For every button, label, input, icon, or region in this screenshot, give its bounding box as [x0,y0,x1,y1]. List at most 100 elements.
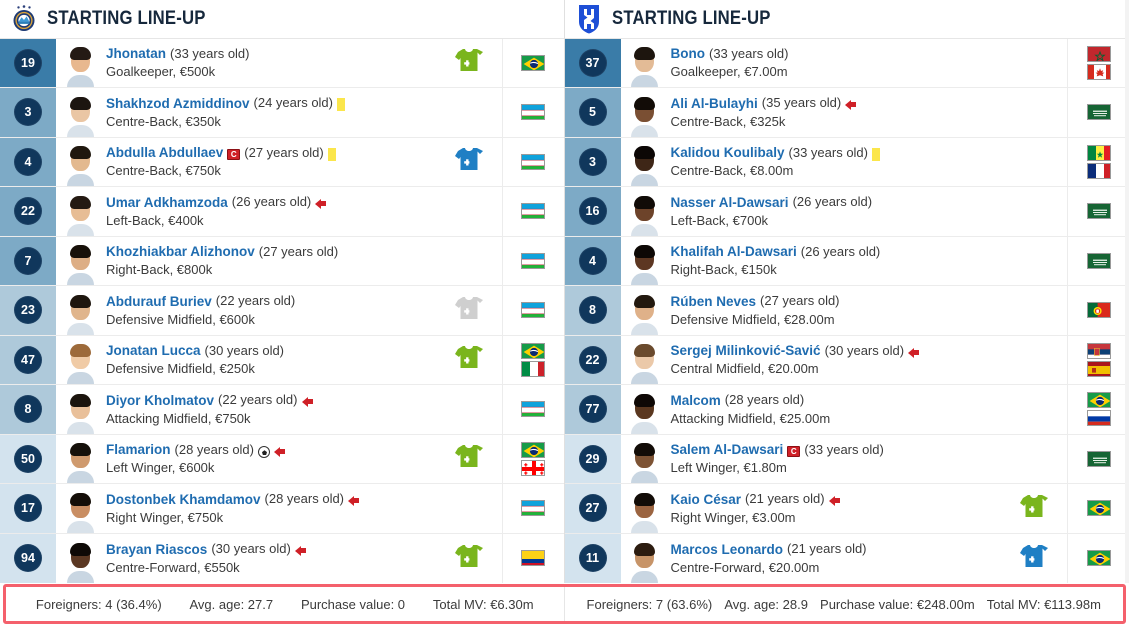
player-row[interactable]: 50 Flamarion (28 years old) Left Winger, €6… [0,434,564,484]
player-age: (27 years old) [760,293,840,309]
away-lineup-column: STARTING LINE-UP 37 Bono (33 years old) Goa… [564,0,1129,584]
player-row[interactable]: 17 Dostonbek Khamdamov (28 years old) Right… [0,484,564,534]
player-photo [56,286,98,335]
player-name-link[interactable]: Nasser Al-Dawsari [671,195,789,211]
player-name-line: Abdulla Abdullaev (27 years old) [106,145,436,161]
player-name-link[interactable]: Khalifah Al-Dawsari [671,244,797,260]
player-position-value: Left Winger, €600k [106,460,215,475]
player-row[interactable]: 16 Nasser Al-Dawsari (26 years old) Left-Ba… [564,187,1129,237]
player-age: (30 years old) [204,342,285,358]
player-name-line: Nasser Al-Dawsari (26 years old) [671,194,1002,211]
player-name-link[interactable]: Sergej Milinković-Savić [671,343,821,359]
player-nationality-cell [1067,38,1129,87]
player-name-link[interactable]: Diyor Kholmatov [106,393,214,409]
player-row[interactable]: 11 Marcos Leonardo (21 years old) Centre-Fo… [564,533,1129,584]
away-summary-stats: Foreigners: 7 (63.6%) Avg. age: 28.9 Pur… [565,587,1124,621]
shirt-number-badge: 4 [14,147,42,176]
player-name-link[interactable]: Salem Al-Dawsari [671,442,784,458]
player-info: Shakhzod Azmiddinov (24 years old) Centre-… [98,88,436,137]
player-name-link[interactable]: Ali Al-Bulayhi [671,96,758,112]
player-photo [56,138,98,186]
player-number-cell: 29 [564,434,621,483]
player-name-link[interactable]: Brayan Riascos [106,542,207,558]
player-name-link[interactable]: Shakhzod Azmiddinov [106,96,250,112]
goal-scored-icon [258,446,270,459]
player-row[interactable]: 19 Jhonatan (33 years old) Goalkeeper, €500… [0,38,564,88]
player-position-value: Defensive Midfield, €28.00m [670,311,835,327]
player-position-value: Defensive Midfield, €600k [106,311,255,327]
substituted-in-icon[interactable] [454,444,484,473]
player-age: (28 years old) [174,441,254,457]
player-row[interactable]: 8 Diyor Kholmatov (22 years old) Attacking … [0,385,564,435]
player-nationality-cell [501,137,564,186]
flag-morocco-icon [1086,45,1111,62]
player-name-link[interactable]: Flamarion [106,442,171,458]
substitution-cell [1001,534,1067,584]
player-name-link[interactable]: Marcos Leonardo [671,542,784,558]
player-row[interactable]: 77 Malcom (28 years old) Attacking Midfield… [564,385,1129,435]
player-age: (24 years old) [253,95,333,111]
substituted-in-icon[interactable] [454,48,484,77]
player-position-value: Centre-Back, €750k [106,163,221,178]
player-row[interactable]: 4 Abdulla Abdullaev (27 years old) Centre-B… [0,137,564,187]
substituted-in-icon[interactable] [454,345,484,374]
player-name-link[interactable]: Abdulla Abdullaev [106,145,223,161]
player-name-link[interactable]: Kalidou Koulibaly [671,145,785,161]
shirt-number-badge: 27 [578,494,607,523]
player-row[interactable]: 22 Sergej Milinković-Savić (30 years old) C… [564,335,1129,385]
player-name-link[interactable]: Umar Adkhamzoda [106,195,228,211]
player-name-link[interactable]: Bono [671,46,706,62]
flag-brazil-icon [521,441,545,458]
substitution-arrow-icon [348,495,360,507]
flag-brazil-icon [1086,550,1111,567]
shirt-number-badge: 3 [14,98,42,127]
away-player-rows: 37 Bono (33 years old) Goalkeeper, €7.00m 5 A… [564,38,1129,584]
player-row[interactable]: 37 Bono (33 years old) Goalkeeper, €7.00m [564,38,1129,88]
substituted-in-icon[interactable] [454,544,484,573]
player-nationality-cell [501,484,564,533]
player-photo [621,336,663,384]
player-row[interactable]: 4 Khalifah Al-Dawsari (26 years old) Right-… [564,236,1129,286]
player-row[interactable]: 29 Salem Al-Dawsari (33 years old) Left Win… [564,434,1129,484]
player-row[interactable]: 7 Khozhiakbar Alizhonov (27 years old) Righ… [0,236,564,286]
flag-saudi-arabia-icon [1086,252,1111,269]
player-info: Bono (33 years old) Goalkeeper, €7.00m [663,39,1002,88]
substituted-out-icon[interactable] [1019,544,1049,573]
substituted-in-icon[interactable] [1019,494,1049,523]
player-position-value: Left Winger, €1.80m [670,460,787,475]
player-name-link[interactable]: Dostonbek Khamdamov [106,492,261,508]
player-name-link[interactable]: Malcom [671,393,721,409]
player-name-link[interactable]: Jonatan Lucca [106,343,201,359]
substitution-cell [1001,237,1067,286]
substitute-grey-icon[interactable] [454,296,484,325]
player-name-link[interactable]: Kaio César [671,492,742,508]
player-row[interactable]: 47 Jonatan Lucca (30 years old) Defensive M… [0,335,564,385]
player-row[interactable]: 3 Kalidou Koulibaly (33 years old) Centre-B… [564,137,1129,187]
player-position-value: Right-Back, €800k [106,262,213,277]
substitution-cell [436,385,502,434]
club-crest-pakhtakor-icon[interactable] [10,4,38,34]
substituted-out-icon[interactable] [454,147,484,176]
player-name-link[interactable]: Jhonatan [106,46,166,62]
shirt-number-badge: 8 [14,395,42,424]
player-name-link[interactable]: Rúben Neves [671,294,757,310]
player-position-value: Centre-Back, €350k [106,113,221,129]
player-name-link[interactable]: Abdurauf Buriev [106,294,212,310]
player-info: Khozhiakbar Alizhonov (27 years old) Right… [98,237,436,286]
player-row[interactable]: 94 Brayan Riascos (30 years old) Centre-For… [0,533,564,583]
home-player-rows: 19 Jhonatan (33 years old) Goalkeeper, €500… [0,38,564,583]
player-info: Flamarion (28 years old) Left Winger, €600… [98,435,436,484]
player-row[interactable]: 22 Umar Adkhamzoda (26 years old) Left-Back… [0,187,564,237]
yellow-card-icon [337,98,345,112]
player-row[interactable]: 8 Rúben Neves (27 years old) Defensive Midf… [564,286,1129,336]
player-row[interactable]: 3 Shakhzod Azmiddinov (24 years old) Centre… [0,88,564,138]
player-name-link[interactable]: Khozhiakbar Alizhonov [106,244,255,260]
scrollbar-track[interactable] [1125,0,1129,583]
player-row[interactable]: 23 Abdurauf Buriev (22 years old) Defensive… [0,286,564,336]
substitution-cell [436,435,502,484]
flag-uzbekistan-icon [521,401,545,418]
player-row[interactable]: 27 Kaio César (21 years old) Right Winger, … [564,484,1129,534]
player-row[interactable]: 5 Ali Al-Bulayhi (35 years old) Centre-Back… [564,88,1129,138]
player-info: Dostonbek Khamdamov (28 years old) Right W… [98,484,436,533]
club-crest-alhilal-icon[interactable] [575,4,603,34]
